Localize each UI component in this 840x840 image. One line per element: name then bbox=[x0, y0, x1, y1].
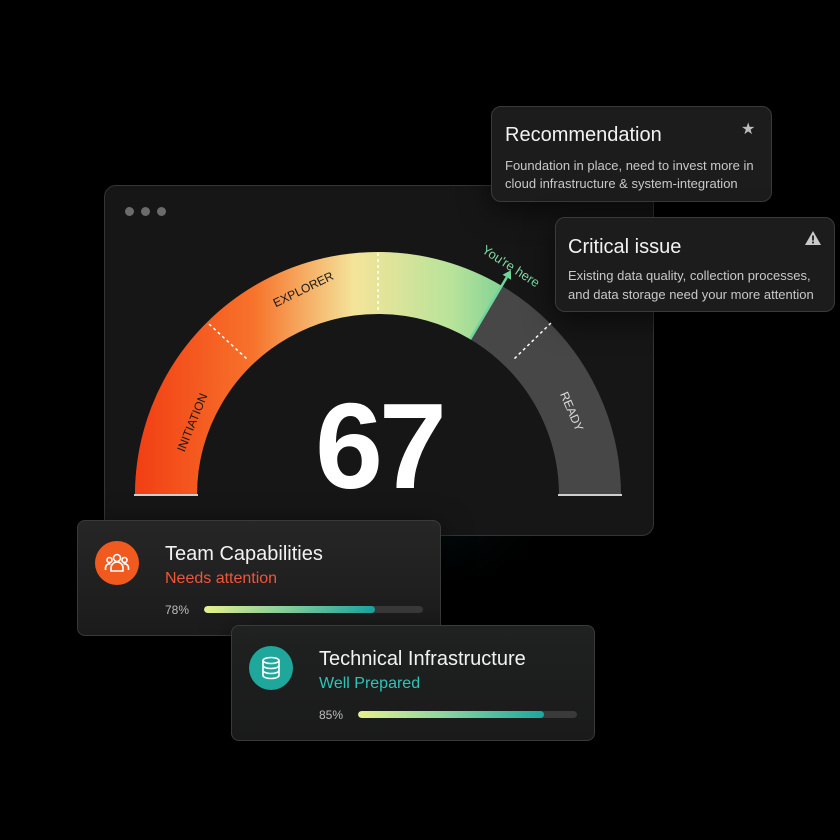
team-icon bbox=[95, 541, 139, 585]
metric-percent: 78% bbox=[165, 603, 190, 617]
metric-progress-track bbox=[358, 711, 577, 718]
database-icon bbox=[249, 646, 293, 690]
recommendation-text-line2: cloud infrastructure & system-integratio… bbox=[505, 176, 738, 191]
metric-title: Technical Infrastructure bbox=[319, 648, 526, 670]
metric-status: Needs attention bbox=[165, 570, 278, 587]
metric-percent: 85% bbox=[319, 708, 344, 722]
metric-progress-fill bbox=[358, 711, 545, 718]
critical-issue-text-line2: and data storage need your more attentio… bbox=[568, 287, 814, 302]
metric-progress-fill bbox=[204, 606, 375, 613]
critical-issue-title: Critical issue bbox=[568, 236, 682, 258]
metric-card-technical-infrastructure[interactable]: Technical Infrastructure Well Prepared 8… bbox=[231, 625, 595, 741]
recommendation-title: Recommendation bbox=[505, 124, 662, 146]
metric-card-team-capabilities[interactable]: Team Capabilities Needs attention 78% bbox=[77, 520, 441, 636]
metric-title: Team Capabilities bbox=[165, 543, 323, 565]
critical-issue-text-line1: Existing data quality, collection proces… bbox=[568, 268, 811, 283]
recommendation-text-line1: Foundation in place, need to invest more… bbox=[505, 158, 754, 173]
metric-progress-track bbox=[204, 606, 423, 613]
readiness-score: 67 bbox=[315, 378, 447, 514]
metric-status: Well Prepared bbox=[319, 675, 421, 692]
recommendation-card[interactable]: Recommendation ★ Foundation in place, ne… bbox=[491, 106, 772, 202]
star-icon: ★ bbox=[741, 121, 756, 138]
warning-icon bbox=[805, 231, 821, 245]
critical-issue-card[interactable]: Critical issue Existing data quality, co… bbox=[555, 217, 835, 312]
